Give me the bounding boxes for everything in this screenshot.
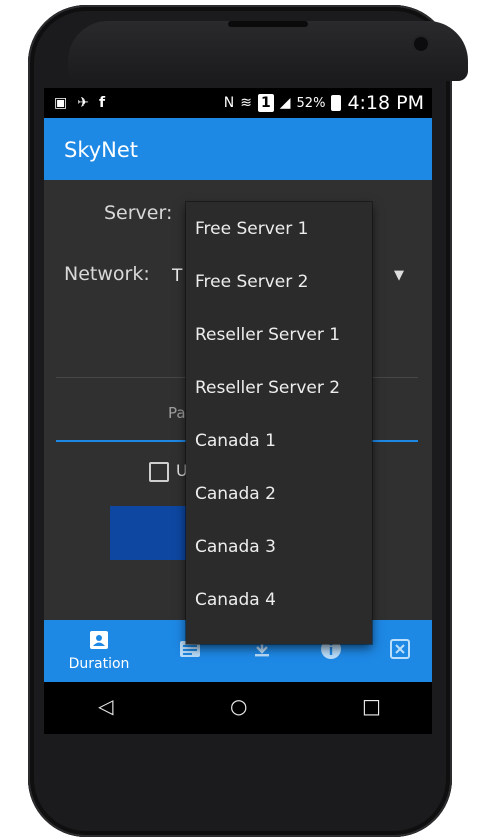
menu-item[interactable]: Canada 4 xyxy=(186,573,372,626)
wifi-icon: ≋ xyxy=(240,95,252,111)
system-navigation: ◁ ○ □ xyxy=(44,682,432,734)
recents-icon[interactable]: □ xyxy=(362,694,381,718)
account-box-icon xyxy=(89,630,109,654)
facebook-icon: f xyxy=(98,95,106,111)
nav-item-close[interactable] xyxy=(380,620,420,682)
menu-item[interactable]: Free Server 1 xyxy=(186,202,372,255)
front-camera xyxy=(414,37,428,51)
server-dropdown-menu: Free Server 1 Free Server 2 Reseller Ser… xyxy=(186,202,372,644)
signal-icon: ◢ xyxy=(279,95,291,111)
sim-icon: 1 xyxy=(258,94,274,112)
close-box-icon xyxy=(390,639,410,663)
network-select[interactable]: T xyxy=(172,266,182,286)
phone-screen: ▣ ✈ f N ≋ 1 ◢ 52% 4:18 PM SkyNet Server:… xyxy=(44,88,432,734)
home-icon[interactable]: ○ xyxy=(230,694,247,718)
clock: 4:18 PM xyxy=(347,92,424,114)
menu-item[interactable]: Canada 1 xyxy=(186,414,372,467)
server-label: Server: xyxy=(104,202,173,224)
battery-percent: 52% xyxy=(296,95,326,111)
tab-label[interactable]: Pa xyxy=(168,404,186,422)
status-bar: ▣ ✈ f N ≋ 1 ◢ 52% 4:18 PM xyxy=(44,88,432,118)
checkbox[interactable] xyxy=(149,462,169,482)
nav-item-label: Duration xyxy=(68,656,130,672)
nfc-icon: N xyxy=(223,95,235,111)
app-bar: SkyNet xyxy=(44,118,432,180)
chevron-down-icon[interactable]: ▼ xyxy=(394,268,404,283)
connect-button[interactable] xyxy=(110,506,190,560)
phone-top-bezel xyxy=(68,21,468,81)
menu-item[interactable]: Reseller Server 1 xyxy=(186,308,372,361)
earpiece-speaker xyxy=(228,21,308,27)
menu-item[interactable]: Free Server 2 xyxy=(186,255,372,308)
app-title: SkyNet xyxy=(64,138,139,162)
back-icon[interactable]: ◁ xyxy=(98,694,113,718)
nav-item-duration[interactable]: Duration xyxy=(58,620,140,682)
network-label: Network: xyxy=(64,263,150,285)
menu-item[interactable]: Reseller Server 2 xyxy=(186,361,372,414)
image-icon: ▣ xyxy=(54,95,68,111)
battery-icon xyxy=(331,95,342,111)
menu-item[interactable]: Canada 2 xyxy=(186,467,372,520)
menu-item[interactable]: Canada 3 xyxy=(186,520,372,573)
plane-icon: ✈ xyxy=(77,95,89,111)
